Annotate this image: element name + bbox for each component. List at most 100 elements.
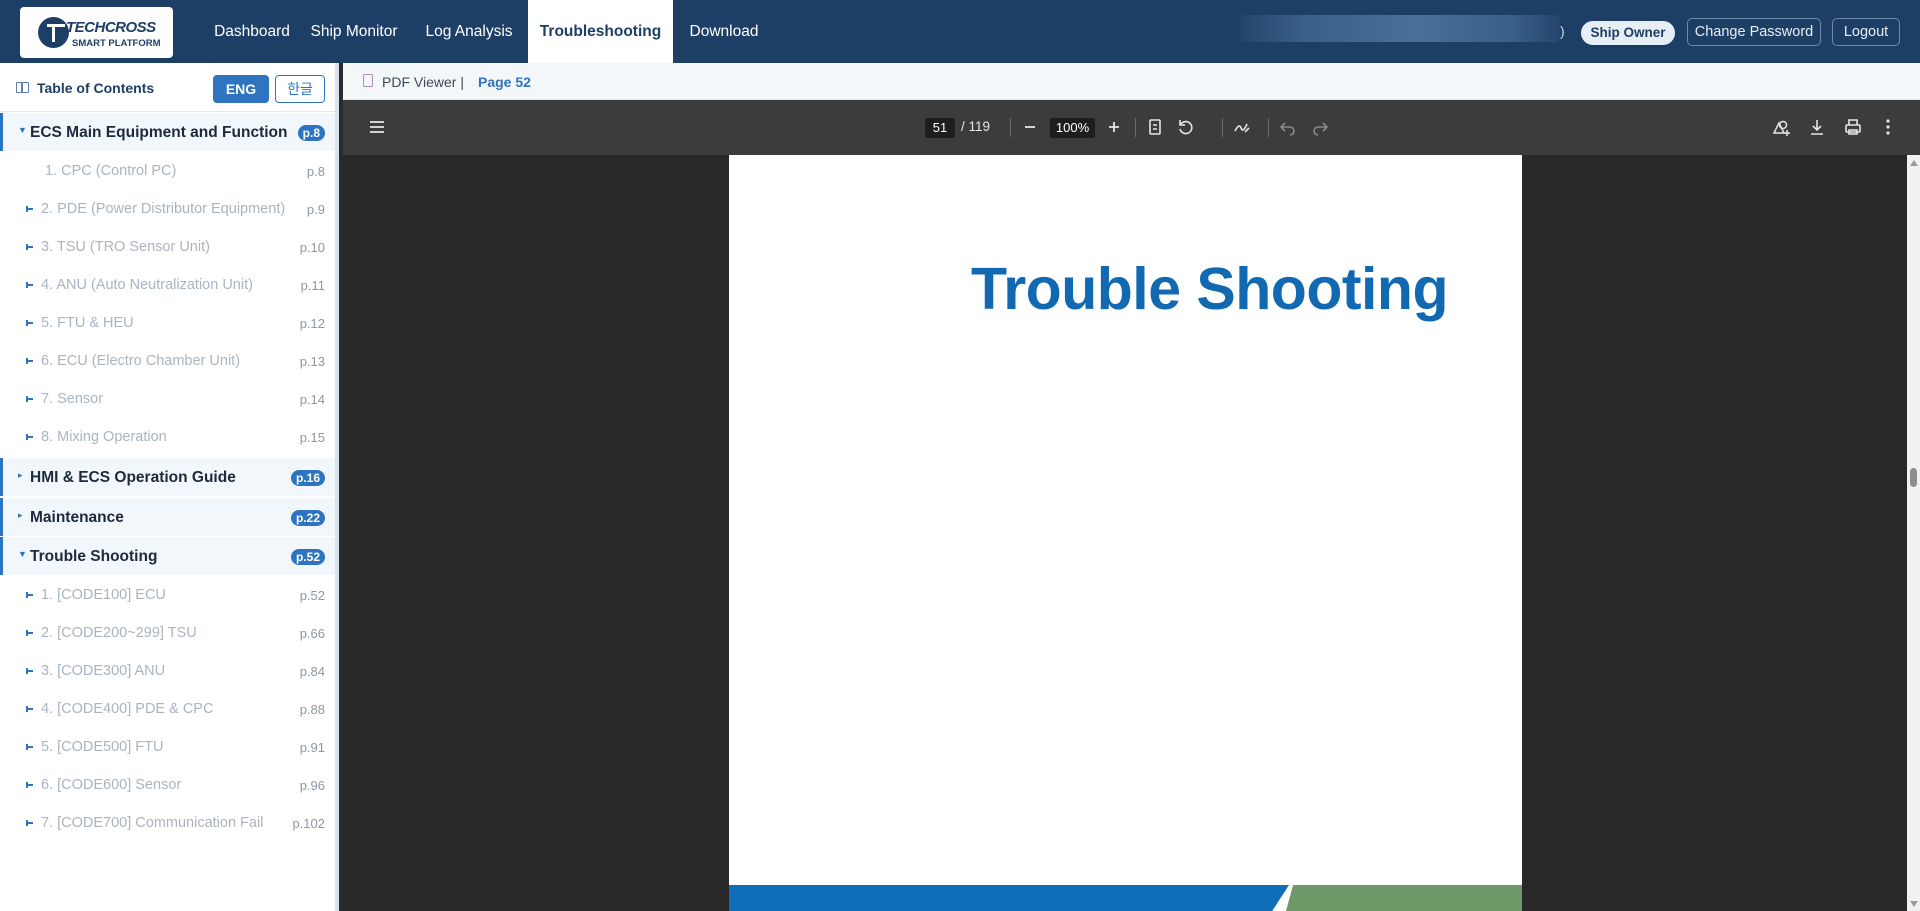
print-icon[interactable]: [1842, 116, 1864, 138]
toc-item[interactable]: 3. [CODE300] ANU p.84: [0, 652, 335, 690]
fit-page-icon[interactable]: [1144, 116, 1166, 138]
add-shape-icon[interactable]: [1770, 116, 1792, 138]
expand-dash-icon: [26, 282, 33, 288]
scroll-down-arrow-icon[interactable]: [1910, 901, 1918, 907]
toc-item[interactable]: 4. ANU (Auto Neutralization Unit) p.11: [0, 266, 335, 304]
toc-item-label: 4. [CODE400] PDE & CPC: [41, 701, 214, 717]
page-number-input[interactable]: 51: [925, 118, 955, 138]
toc-sidebar: Table of Contents ENG 한글 ▼ ECS Main Equi…: [0, 63, 339, 911]
expand-dash-icon: [26, 206, 33, 212]
toc-item[interactable]: 6. [CODE600] Sensor p.96: [0, 766, 335, 804]
toc-section-label: HMI & ECS Operation Guide: [30, 469, 236, 486]
lang-eng-button[interactable]: ENG: [213, 75, 269, 103]
toc-item-page: p.66: [299, 626, 325, 641]
toc-item[interactable]: 5. [CODE500] FTU p.91: [0, 728, 335, 766]
toc-section-hmi-guide[interactable]: ▸ HMI & ECS Operation Guide p.16: [0, 458, 335, 496]
viewer-page-indicator: Page 52: [478, 74, 531, 90]
toc-item-page: p.15: [299, 430, 325, 445]
lang-kor-button[interactable]: 한글: [275, 75, 325, 103]
toc-item[interactable]: 7. Sensor p.14: [0, 380, 335, 418]
toc-item-page: p.88: [299, 702, 325, 717]
expand-dash-icon: [26, 434, 33, 440]
toc-section-ecs-main[interactable]: ▼ ECS Main Equipment and Function p.8: [0, 113, 335, 151]
undo-icon[interactable]: [1277, 116, 1299, 138]
blurred-user-info: [1240, 15, 1560, 42]
pdf-page-title: Trouble Shooting: [970, 256, 1449, 322]
toc-item-label: 8. Mixing Operation: [41, 429, 167, 445]
change-password-button[interactable]: Change Password: [1687, 18, 1821, 46]
toc-section-label: ECS Main Equipment and Function: [30, 124, 288, 141]
toc-item-page: p.8: [306, 164, 325, 179]
toc-item-page: p.12: [299, 316, 325, 331]
more-icon[interactable]: [1877, 116, 1899, 138]
scroll-up-arrow-icon[interactable]: [1910, 160, 1918, 166]
zoom-level[interactable]: 100%: [1050, 118, 1095, 138]
toc-section-page-badge: p.22: [290, 510, 325, 526]
viewer-label: PDF Viewer |: [382, 74, 464, 90]
toc-item[interactable]: 8. Mixing Operation p.15: [0, 418, 335, 456]
expand-dash-icon: [26, 668, 33, 674]
logo-t-mark-icon: [38, 17, 69, 48]
zoom-in-icon[interactable]: [1103, 116, 1125, 138]
zoom-out-icon[interactable]: [1019, 116, 1041, 138]
toc-section-maintenance[interactable]: ▸ Maintenance p.22: [0, 498, 335, 536]
toc-item-label: 2. [CODE200~299] TSU: [41, 625, 197, 641]
nav-log-analysis[interactable]: Log Analysis: [418, 0, 520, 63]
expand-dash-icon: [26, 244, 33, 250]
expand-dash-icon: [26, 630, 33, 636]
download-icon[interactable]: [1806, 116, 1828, 138]
toc-item-label: 1. CPC (Control PC): [45, 163, 177, 179]
toc-item[interactable]: 5. FTU & HEU p.12: [0, 304, 335, 342]
toc-item[interactable]: 2. [CODE200~299] TSU p.66: [0, 614, 335, 652]
toc-item-page: p.91: [299, 740, 325, 755]
toc-item[interactable]: 4. [CODE400] PDE & CPC p.88: [0, 690, 335, 728]
expand-dash-icon: [26, 820, 33, 826]
toc-item-label: 7. [CODE700] Communication Fail: [41, 815, 264, 831]
toc-header: Table of Contents ENG 한글: [0, 63, 335, 112]
menu-icon[interactable]: [366, 116, 388, 138]
top-navigation-bar: TECHCROSS SMART PLATFORM Dashboard Ship …: [0, 0, 1920, 63]
redo-icon[interactable]: [1309, 116, 1331, 138]
toc-item-page: p.96: [299, 778, 325, 793]
page-total: / 119: [961, 119, 991, 134]
nav-ship-monitor[interactable]: Ship Monitor: [302, 0, 406, 63]
toc-item-label: 6. ECU (Electro Chamber Unit): [41, 353, 241, 369]
toc-section-trouble-shooting[interactable]: ▼ Trouble Shooting p.52: [0, 537, 335, 575]
expand-dash-icon: [26, 744, 33, 750]
caret-right-icon: ▸: [18, 510, 23, 520]
toc-item[interactable]: 7. [CODE700] Communication Fail p.102: [0, 804, 335, 842]
caret-down-icon: ▼: [18, 549, 27, 559]
expand-dash-icon: [26, 592, 33, 598]
pdf-toolbar: 51 / 119 100%: [343, 100, 1920, 155]
book-icon: [16, 82, 29, 93]
rotate-icon[interactable]: [1175, 116, 1197, 138]
toc-item-page: p.84: [299, 664, 325, 679]
techcross-logo[interactable]: TECHCROSS SMART PLATFORM: [20, 7, 173, 58]
nav-download[interactable]: Download: [681, 0, 767, 63]
toc-item[interactable]: 6. ECU (Electro Chamber Unit) p.13: [0, 342, 335, 380]
scrollbar-thumb[interactable]: [1910, 468, 1917, 487]
nav-dashboard[interactable]: Dashboard: [194, 0, 310, 63]
toc-item[interactable]: 3. TSU (TRO Sensor Unit) p.10: [0, 228, 335, 266]
toc-title: Table of Contents: [37, 80, 155, 96]
draw-icon[interactable]: [1231, 116, 1253, 138]
toc-item-label: 3. TSU (TRO Sensor Unit): [41, 239, 210, 255]
toc-item-page: p.11: [300, 278, 325, 293]
logo-sub-text: SMART PLATFORM: [72, 38, 161, 49]
toc-item-label: 5. [CODE500] FTU: [41, 739, 164, 755]
toc-item-label: 3. [CODE300] ANU: [41, 663, 166, 679]
toc-section-label: Maintenance: [30, 509, 124, 526]
toc-section-page-badge: p.16: [290, 470, 325, 486]
toc-item[interactable]: 1. CPC (Control PC) p.8: [0, 152, 335, 190]
toc-item[interactable]: 1. [CODE100] ECU p.52: [0, 576, 335, 614]
caret-down-icon: ▼: [18, 125, 27, 135]
footer-band-blue: [729, 885, 1289, 911]
toc-item-label: 2. PDE (Power Distributor Equipment): [41, 201, 286, 217]
toc-item[interactable]: 2. PDE (Power Distributor Equipment) p.9: [0, 190, 335, 228]
vertical-scrollbar[interactable]: [1907, 155, 1920, 911]
pdf-canvas[interactable]: Trouble Shooting: [343, 155, 1907, 911]
nav-troubleshooting[interactable]: Troubleshooting: [528, 0, 673, 63]
role-badge: Ship Owner: [1581, 21, 1675, 45]
logout-button[interactable]: Logout: [1832, 18, 1900, 46]
toc-item-label: 4. ANU (Auto Neutralization Unit): [41, 277, 253, 293]
